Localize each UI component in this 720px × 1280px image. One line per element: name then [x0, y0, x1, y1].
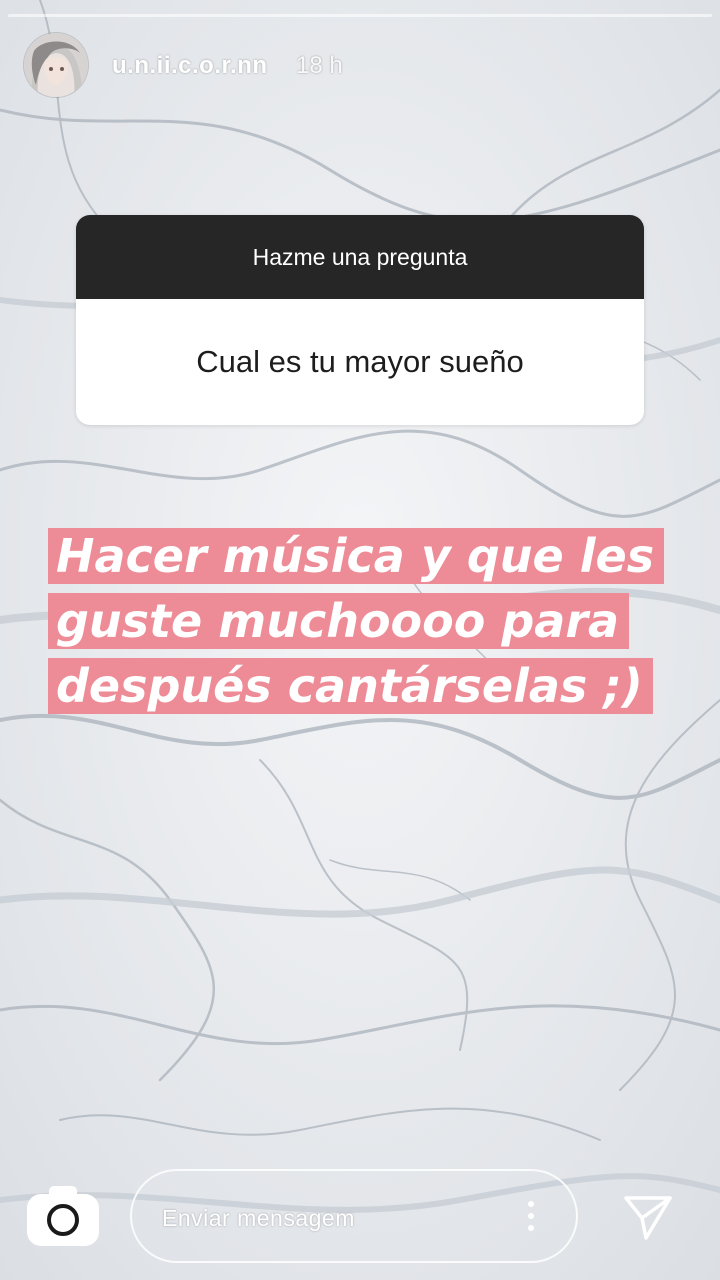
direct-send-icon — [624, 1196, 672, 1240]
direct-send-button[interactable] — [618, 1186, 678, 1246]
dot — [528, 1213, 534, 1219]
dot — [528, 1201, 534, 1207]
answer-line: guste muchoooo para — [48, 593, 630, 649]
story-username[interactable]: u.n.ii.c.o.r.nn — [112, 52, 268, 80]
send-message-placeholder: Enviar mensagem — [162, 1205, 355, 1231]
camera-icon — [27, 1186, 99, 1246]
progress-segment — [8, 14, 712, 17]
question-sticker-question: Cual es tu mayor sueño — [196, 344, 524, 379]
question-sticker[interactable]: Hazme una pregunta Cual es tu mayor sueñ… — [76, 215, 644, 425]
more-options-icon[interactable] — [516, 1194, 546, 1238]
send-message-input[interactable]: Enviar mensagem — [130, 1169, 578, 1263]
camera-button[interactable] — [20, 1176, 106, 1256]
story-progress-bar — [8, 14, 712, 17]
story-timestamp: 18 h — [296, 52, 343, 79]
dot — [528, 1225, 534, 1231]
question-sticker-prompt: Hazme una pregunta — [76, 215, 644, 299]
avatar[interactable] — [24, 33, 88, 97]
answer-text: Hacer música y que les guste muchoooo pa… — [48, 528, 678, 723]
answer-line: después cantárselas ;) — [48, 658, 653, 714]
profile-avatar-icon — [24, 33, 88, 97]
answer-line: Hacer música y que les — [48, 528, 665, 584]
story-view[interactable]: u.n.ii.c.o.r.nn 18 h Hazme una pregunta … — [0, 0, 720, 1280]
